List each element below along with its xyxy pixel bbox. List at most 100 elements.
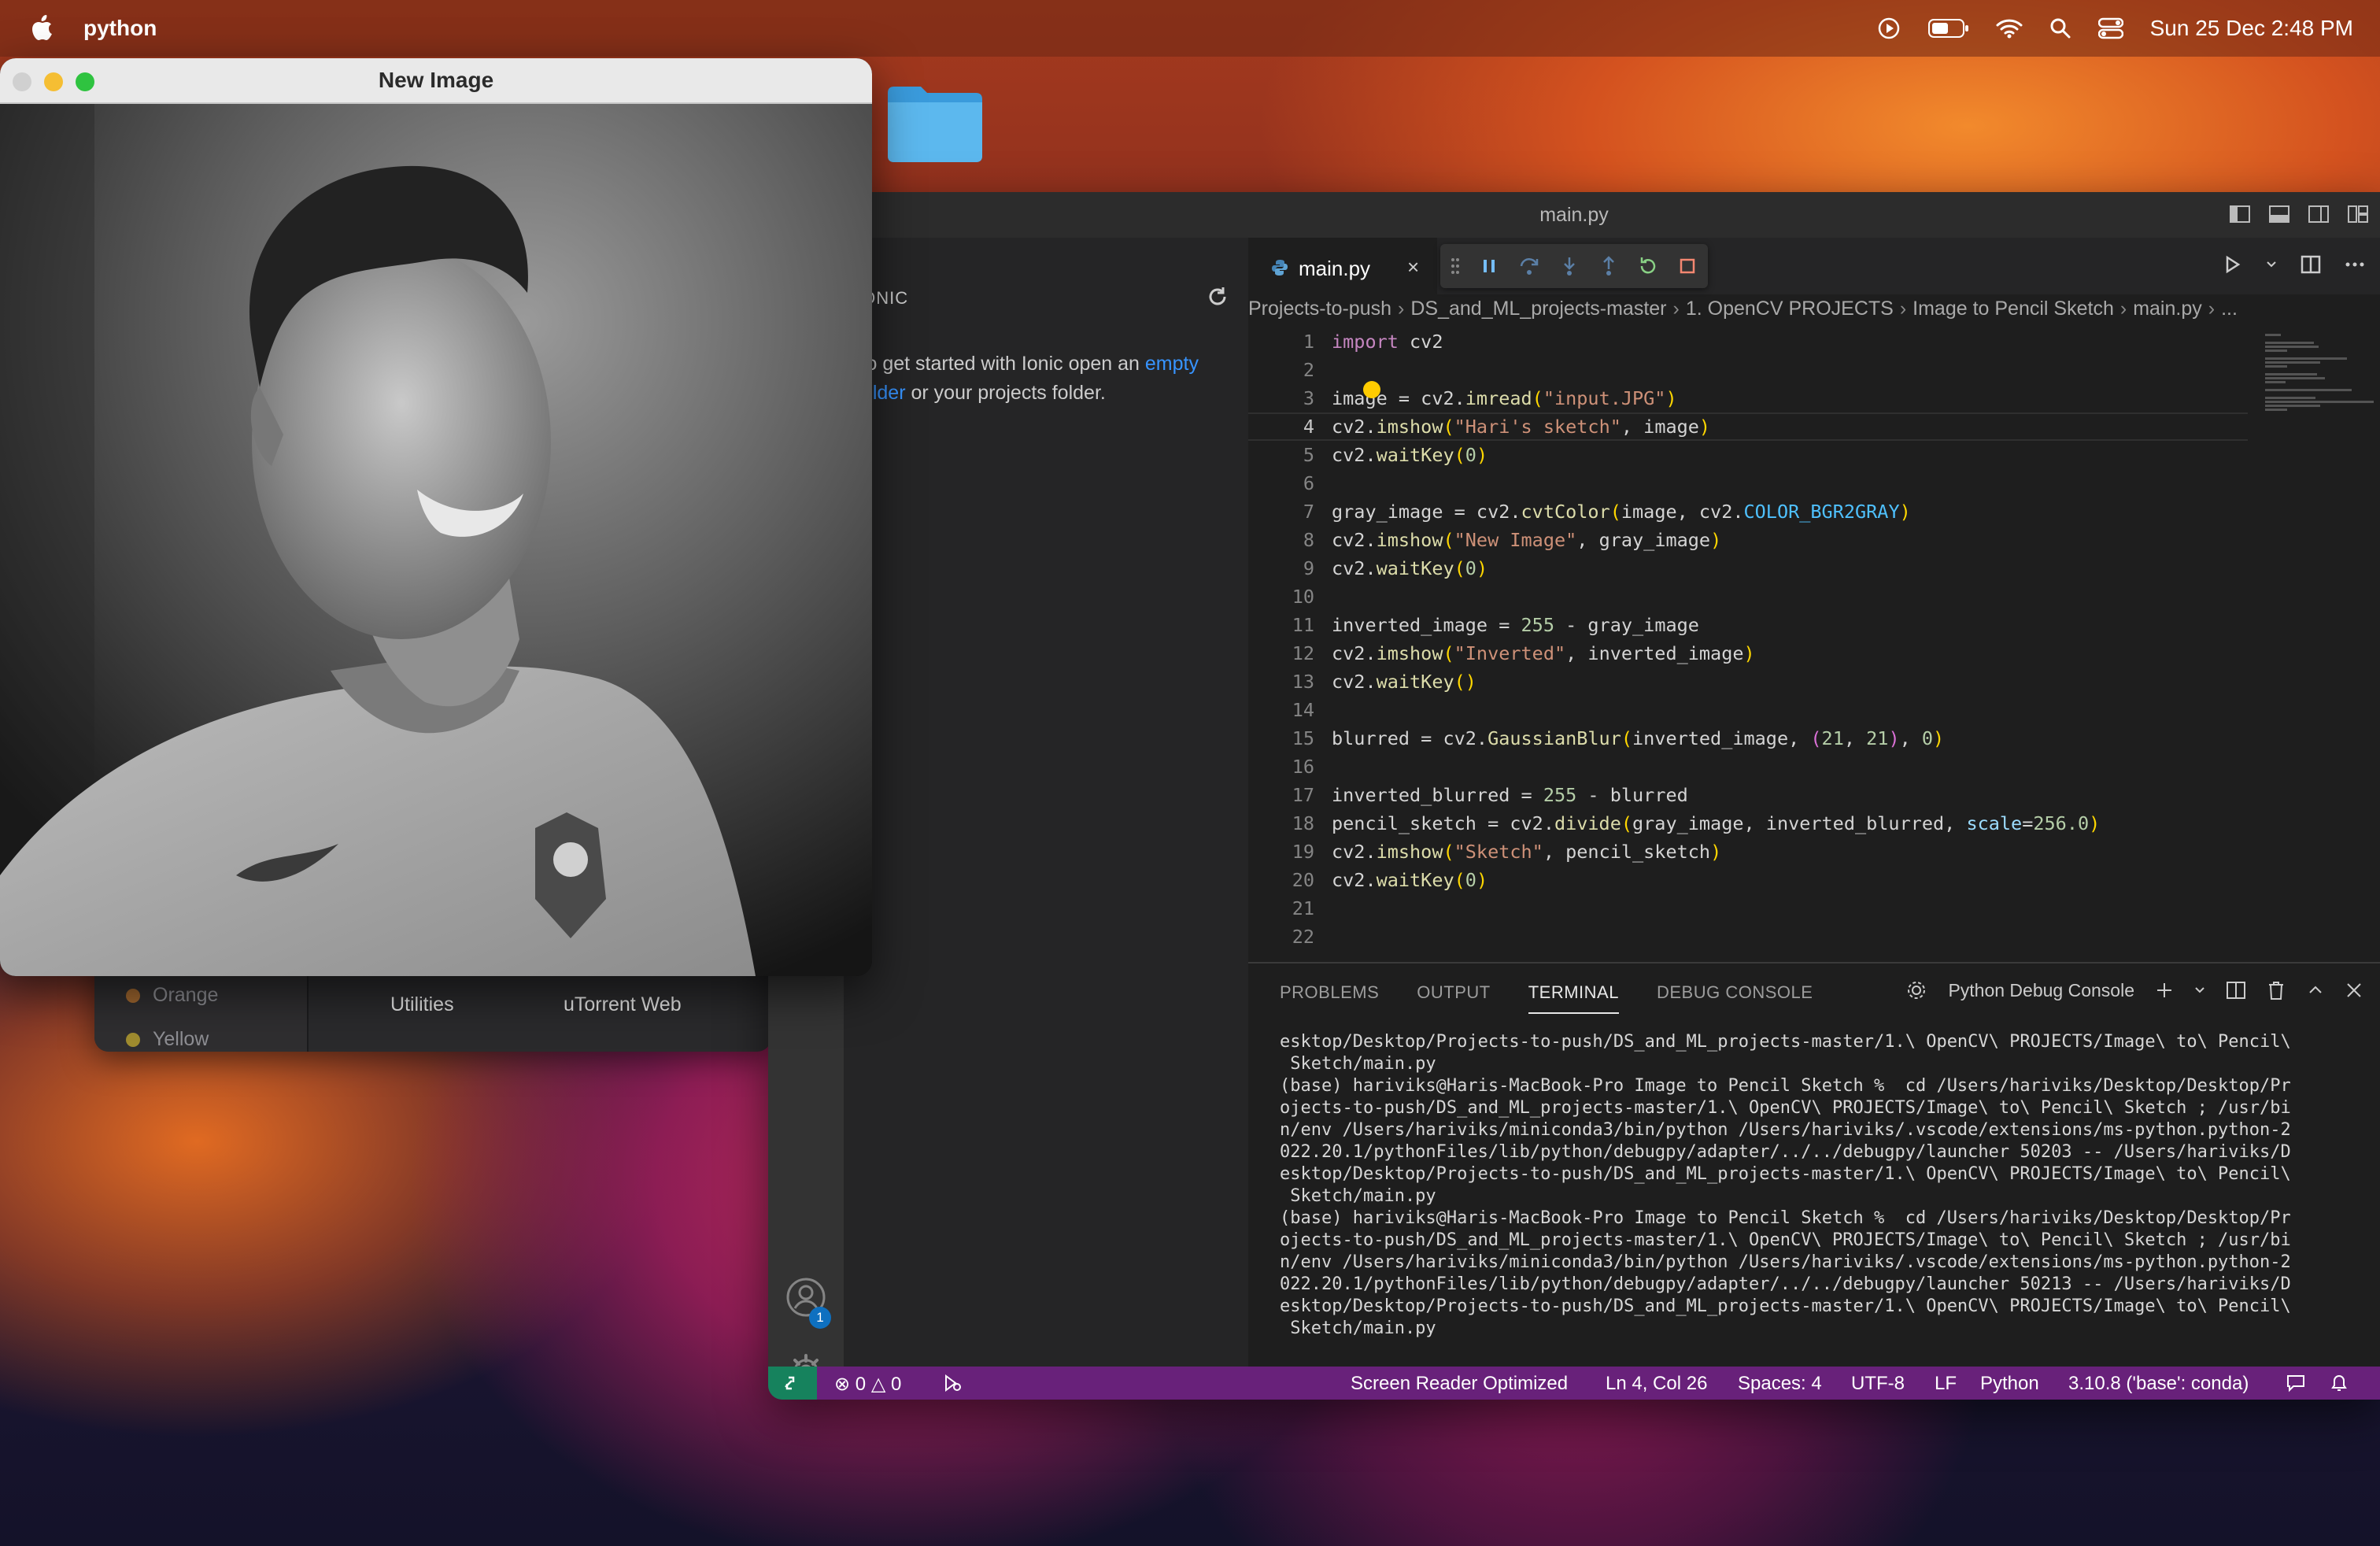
app-name-menu[interactable]: python (83, 16, 157, 41)
language-mode[interactable]: Python (1980, 1373, 2039, 1395)
lightbulb-icon[interactable] (1363, 381, 1380, 398)
chevron-right-icon: › (1672, 298, 1680, 320)
eol-status[interactable]: LF (1935, 1373, 1957, 1395)
tag-dot (126, 988, 140, 1003)
terminal-name[interactable]: Python Debug Console (1948, 980, 2134, 1001)
code-line[interactable]: 8 cv2.imshow("New Image", gray_image) (1248, 526, 2248, 554)
line-text: cv2.waitKey(0) (1332, 444, 1488, 466)
cursor-position[interactable]: Ln 4, Col 26 (1606, 1373, 1707, 1395)
screen-recording-icon[interactable] (1876, 16, 1901, 41)
run-python-file-icon[interactable] (2221, 253, 2243, 276)
terminal-line: 022.20.1/pythonFiles/lib/python/debugpy/… (1280, 1274, 2291, 1294)
breadcrumb-item[interactable]: Image to Pencil Sketch (1913, 298, 2114, 320)
problems-indicator[interactable]: ⊗ 0 △ 0 (834, 1373, 901, 1396)
line-number: 10 (1292, 586, 1314, 608)
python-interpreter[interactable]: 3.10.8 ('base': conda) (2068, 1373, 2249, 1395)
notifications-bell-icon[interactable] (2330, 1373, 2349, 1393)
terminal-line: esktop/Desktop/Projects-to-push/DS_and_M… (1280, 1296, 2291, 1316)
line-text: gray_image = cv2.cvtColor(image, cv2.COL… (1332, 501, 1911, 523)
drag-handle-icon[interactable] (1450, 255, 1461, 277)
screen-reader-status[interactable]: Screen Reader Optimized (1351, 1373, 1568, 1395)
tab-main-py[interactable]: main.py × (1248, 238, 1437, 296)
code-line[interactable]: 5 cv2.waitKey(0) (1248, 441, 2248, 469)
run-dropdown-chevron-icon[interactable] (2265, 253, 2278, 276)
chevron-down-icon[interactable] (2194, 981, 2205, 1000)
spotlight-search-icon[interactable] (2049, 17, 2071, 39)
maximize-panel-chevron-up-icon[interactable] (2306, 981, 2325, 1000)
debug-status-icon[interactable] (941, 1373, 963, 1393)
indentation-status[interactable]: Spaces: 4 (1738, 1373, 1822, 1395)
refresh-icon[interactable] (1206, 285, 1229, 309)
code-line[interactable]: 22 (1248, 923, 2248, 951)
vscode-titlebar: main.py (768, 192, 2380, 239)
close-panel-icon[interactable] (2345, 982, 2363, 999)
restart-icon[interactable] (1637, 255, 1659, 277)
code-line[interactable]: 13 cv2.waitKey() (1248, 668, 2248, 696)
tab-debug-console[interactable]: DEBUG CONSOLE (1657, 982, 1813, 1014)
step-out-icon[interactable] (1598, 255, 1620, 277)
breadcrumb-item[interactable]: 1. OpenCV PROJECTS (1686, 298, 1894, 320)
tab-close-icon[interactable]: × (1407, 255, 1419, 279)
tab-terminal[interactable]: TERMINAL (1528, 982, 1619, 1014)
terminal-line: ojects-to-push/DS_and_ML_projects-master… (1280, 1230, 2291, 1250)
toggle-secondary-sidebar-icon[interactable] (2308, 203, 2330, 225)
step-over-icon[interactable] (1517, 255, 1541, 277)
code-line[interactable]: 1 import cv2 (1248, 327, 2248, 356)
apple-logo-icon[interactable] (30, 13, 54, 42)
code-line[interactable]: 18 pencil_sketch = cv2.divide(gray_image,… (1248, 809, 2248, 838)
stop-icon[interactable] (1676, 255, 1698, 277)
code-line[interactable]: 17 inverted_blurred = 255 - blurred (1248, 781, 2248, 809)
customize-layout-icon[interactable] (2347, 203, 2369, 225)
code-line[interactable]: 4 cv2.imshow("Hari's sketch", image) (1248, 412, 2248, 441)
feedback-icon[interactable] (2286, 1374, 2306, 1393)
code-line[interactable]: 6 (1248, 469, 2248, 497)
terminal-output[interactable]: esktop/Desktop/Projects-to-push/DS_and_M… (1280, 1031, 2366, 1340)
code-line[interactable]: 20 cv2.waitKey(0) (1248, 866, 2248, 894)
breadcrumb-item[interactable]: ... (2221, 298, 2238, 320)
line-text: cv2.waitKey(0) (1332, 869, 1488, 891)
finder-item-utilities[interactable]: Utilities (390, 993, 454, 1016)
desktop-folder-icon[interactable] (885, 82, 985, 164)
code-line[interactable]: 3 image = cv2.imread("input.JPG") (1248, 381, 2248, 412)
pause-icon[interactable] (1478, 255, 1500, 277)
breadcrumb-item[interactable]: DS_and_ML_projects-master (1410, 298, 1666, 320)
code-line[interactable]: 2 (1248, 356, 2248, 384)
encoding-status[interactable]: UTF-8 (1851, 1373, 1905, 1395)
code-line[interactable]: 9 cv2.waitKey(0) (1248, 554, 2248, 583)
grayscale-portrait-photo (0, 104, 872, 976)
tab-problems[interactable]: PROBLEMS (1280, 982, 1379, 1014)
code-line[interactable]: 15 blurred = cv2.GaussianBlur(inverted_im… (1248, 724, 2248, 753)
toggle-panel-icon[interactable] (2268, 203, 2290, 225)
split-editor-icon[interactable] (2300, 253, 2322, 276)
step-into-icon[interactable] (1558, 255, 1580, 277)
split-terminal-icon[interactable] (2226, 980, 2246, 1000)
battery-icon[interactable] (1927, 18, 1969, 39)
breadcrumb-item[interactable]: Projects-to-push (1248, 298, 1391, 320)
code-line[interactable]: 21 (1248, 894, 2248, 923)
code-line[interactable]: 16 (1248, 753, 2248, 781)
code-editor[interactable]: 1 import cv2 2 3 image = cv2.imread("input.J… (1248, 327, 2248, 951)
more-actions-icon[interactable] (2344, 253, 2366, 276)
breadcrumb-item[interactable]: main.py (2133, 298, 2202, 320)
control-center-icon[interactable] (2097, 17, 2123, 39)
code-line[interactable]: 10 (1248, 583, 2248, 611)
menu-clock[interactable]: Sun 25 Dec 2:48 PM (2150, 16, 2353, 41)
finder-tag-yellow[interactable]: Yellow (126, 1028, 209, 1051)
code-line[interactable]: 19 cv2.imshow("Sketch", pencil_sketch) (1248, 838, 2248, 866)
tab-output[interactable]: OUTPUT (1417, 982, 1490, 1014)
minimap[interactable] (2238, 327, 2380, 957)
toggle-primary-sidebar-icon[interactable] (2229, 203, 2251, 225)
finder-item-utorrent-web[interactable]: uTorrent Web (564, 993, 682, 1016)
new-terminal-plus-icon[interactable] (2155, 981, 2174, 1000)
window-title: main.py (1539, 204, 1609, 226)
code-line[interactable]: 11 inverted_image = 255 - gray_image (1248, 611, 2248, 639)
code-line[interactable]: 7 gray_image = cv2.cvtColor(image, cv2.CO… (1248, 497, 2248, 526)
remote-indicator[interactable] (768, 1367, 817, 1400)
code-line[interactable]: 12 cv2.imshow("Inverted", inverted_image) (1248, 639, 2248, 668)
error-count: 0 (855, 1374, 867, 1395)
code-line[interactable]: 14 (1248, 696, 2248, 724)
image-window-titlebar[interactable]: New Image (0, 58, 872, 104)
finder-tag-orange[interactable]: Orange (126, 984, 218, 1007)
kill-terminal-trash-icon[interactable] (2267, 980, 2286, 1000)
wifi-icon[interactable] (1996, 18, 2023, 39)
